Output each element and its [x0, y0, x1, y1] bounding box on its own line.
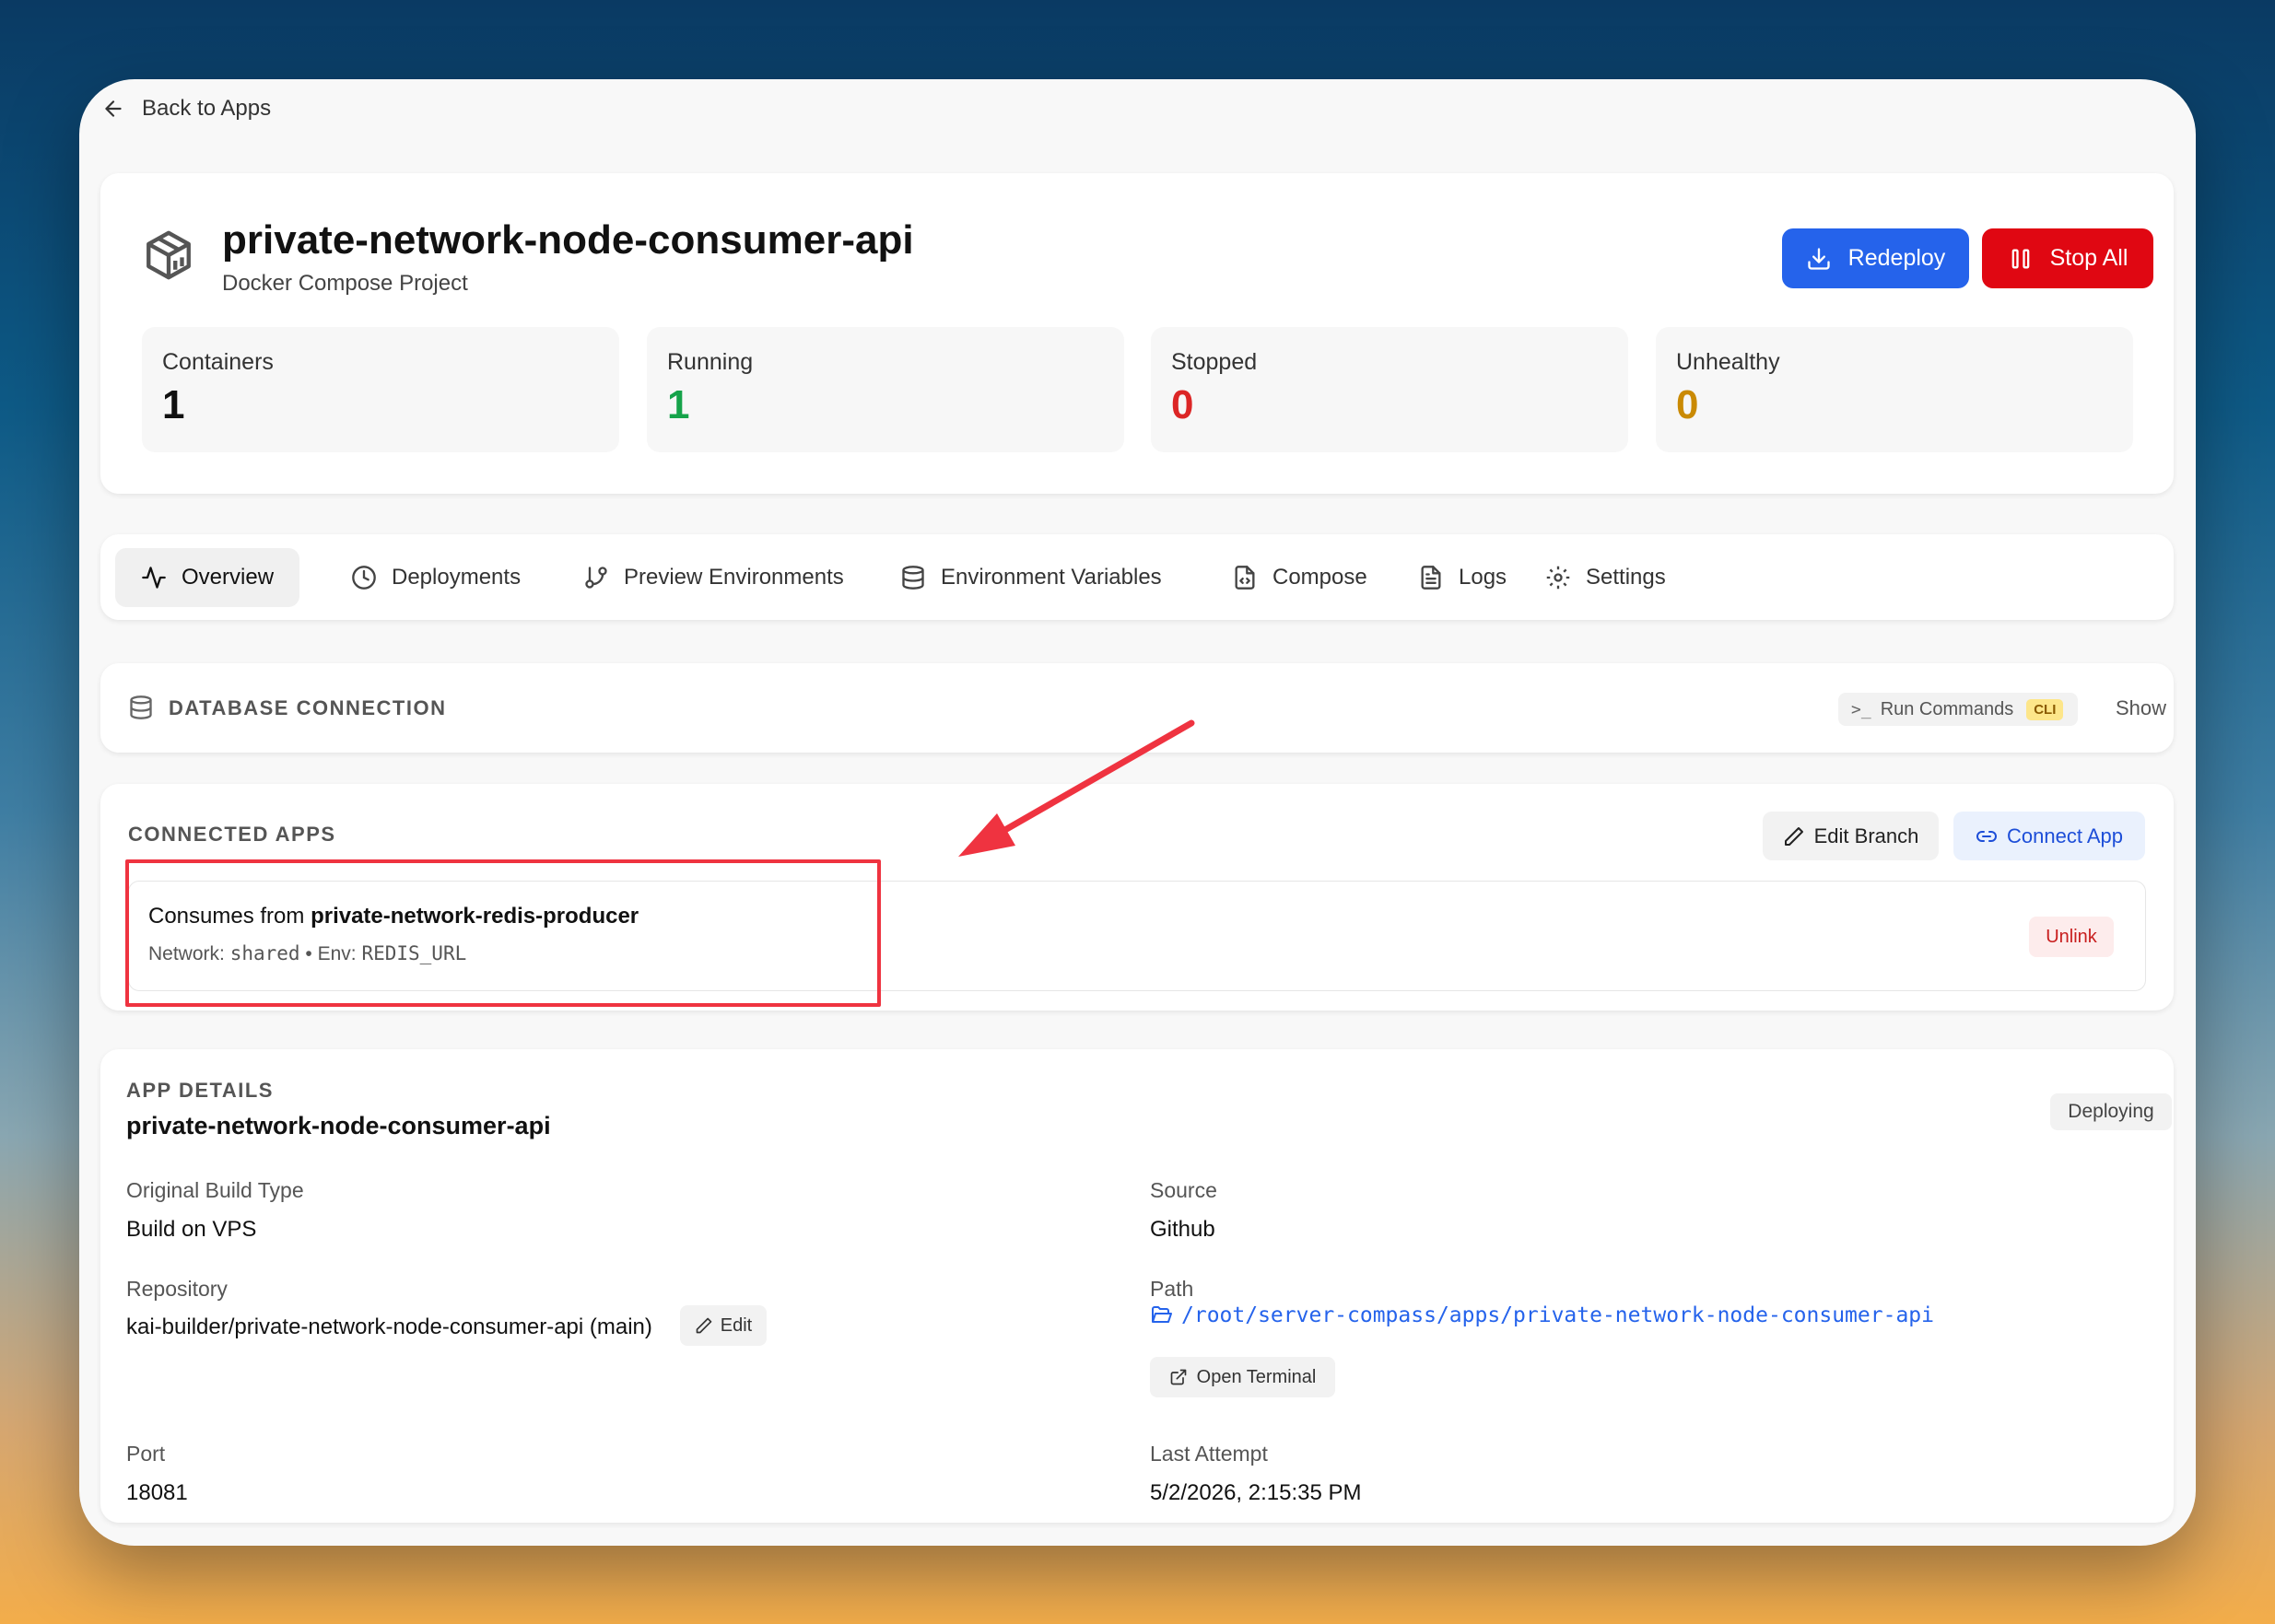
back-to-apps-link[interactable]: Back to Apps	[101, 96, 271, 122]
status-badge: Deploying	[2050, 1093, 2172, 1130]
file-text-icon	[1421, 566, 1441, 590]
section-title: DATABASE CONNECTION	[169, 696, 447, 719]
annotation-highlight-box	[125, 859, 881, 1007]
section-title: APP DETAILS	[126, 1079, 274, 1102]
database-connection-card: DATABASE CONNECTION >_ Run Commands CLI …	[100, 663, 2174, 753]
git-branch-icon	[585, 567, 607, 589]
app-window: Back to Apps private-network-node-consum…	[79, 79, 2196, 1546]
redeploy-label: Redeploy	[1847, 245, 1946, 271]
stat-label: Running	[667, 349, 754, 375]
stat-label: Containers	[162, 349, 274, 375]
project-header-card: private-network-node-consumer-api Docker…	[100, 173, 2174, 494]
tab-deployments[interactable]: Deployments	[325, 548, 546, 607]
last-attempt-value: 5/2/2026, 2:15:35 PM	[1150, 1480, 1362, 1505]
stat-value: 1	[667, 382, 690, 427]
tab-overview[interactable]: Overview	[115, 548, 300, 607]
tab-compose[interactable]: Compose	[1206, 548, 1393, 607]
stat-value: 0	[1676, 382, 1699, 427]
path-value: /root/server-compass/apps/private-networ…	[1181, 1303, 1934, 1327]
open-terminal-label: Open Terminal	[1196, 1366, 1317, 1387]
connect-app-button[interactable]: Connect App	[1953, 812, 2145, 860]
tab-label: Logs	[1459, 565, 1507, 590]
stat-value: 1	[162, 382, 185, 427]
stat-label: Unhealthy	[1676, 349, 1780, 375]
page-title: private-network-node-consumer-api	[222, 217, 914, 263]
project-type: Docker Compose Project	[222, 271, 468, 296]
database-icon	[902, 566, 924, 590]
unlink-button[interactable]: Unlink	[2029, 917, 2114, 957]
cli-badge: CLI	[2026, 698, 2064, 720]
tab-logs[interactable]: Logs	[1392, 548, 1532, 607]
file-code-icon	[1235, 566, 1255, 590]
run-commands-label: Run Commands	[1880, 698, 2014, 719]
stop-all-button[interactable]: Stop All	[1982, 228, 2153, 288]
path-link[interactable]: /root/server-compass/apps/private-networ…	[1150, 1303, 1934, 1327]
repository-label: Repository	[126, 1277, 228, 1301]
app-details-card: APP DETAILS private-network-node-consume…	[100, 1049, 2174, 1523]
stat-stopped: Stopped 0	[1151, 327, 1628, 452]
show-toggle[interactable]: Show	[2116, 696, 2166, 720]
app-name: private-network-node-consumer-api	[126, 1112, 551, 1139]
tab-settings[interactable]: Settings	[1519, 548, 1692, 607]
pencil-icon	[696, 1317, 712, 1334]
tab-label: Deployments	[392, 565, 522, 590]
stat-value: 0	[1171, 382, 1194, 427]
tab-label: Compose	[1272, 565, 1367, 590]
stat-label: Stopped	[1171, 349, 1258, 375]
tab-label: Preview Environments	[624, 565, 844, 590]
section-title: CONNECTED APPS	[128, 823, 336, 846]
source-value: Github	[1150, 1217, 1215, 1242]
build-type-value: Build on VPS	[126, 1217, 257, 1242]
database-icon	[130, 695, 152, 719]
package-icon	[147, 230, 191, 280]
connect-app-label: Connect App	[2007, 824, 2123, 847]
folder-open-icon	[1152, 1306, 1172, 1323]
build-type-label: Original Build Type	[126, 1178, 304, 1202]
path-label: Path	[1150, 1277, 1194, 1301]
stop-all-label: Stop All	[2049, 245, 2128, 271]
last-attempt-label: Last Attempt	[1150, 1442, 1268, 1466]
open-terminal-button[interactable]: Open Terminal	[1150, 1357, 1335, 1397]
stat-unhealthy: Unhealthy 0	[1656, 327, 2133, 452]
link-icon	[1976, 830, 1997, 842]
tab-label: Environment Variables	[941, 565, 1162, 590]
edit-branch-label: Edit Branch	[1813, 824, 1919, 847]
terminal-icon: >_	[1851, 699, 1871, 719]
run-commands-button[interactable]: >_ Run Commands CLI	[1838, 693, 2078, 726]
external-link-icon	[1170, 1369, 1186, 1385]
edit-repository-button[interactable]: Edit	[680, 1305, 767, 1346]
source-label: Source	[1150, 1178, 1217, 1202]
tab-environment-variables[interactable]: Environment Variables	[874, 548, 1188, 607]
arrow-left-icon	[105, 100, 122, 117]
back-label: Back to Apps	[142, 96, 272, 121]
gear-icon	[1546, 566, 1570, 590]
clock-icon	[352, 566, 376, 590]
repository-value: kai-builder/private-network-node-consume…	[126, 1314, 652, 1339]
download-icon	[1808, 247, 1830, 270]
port-label: Port	[126, 1442, 166, 1466]
tab-label: Overview	[182, 565, 275, 590]
tab-preview-environments[interactable]: Preview Environments	[557, 548, 870, 607]
stat-running: Running 1	[647, 327, 1124, 452]
activity-icon	[142, 567, 166, 589]
edit-branch-button[interactable]: Edit Branch	[1763, 812, 1939, 860]
pause-icon	[2011, 249, 2029, 268]
tab-label: Settings	[1586, 565, 1666, 590]
port-value: 18081	[126, 1480, 188, 1505]
edit-label: Edit	[720, 1314, 753, 1336]
stat-containers: Containers 1	[142, 327, 619, 452]
redeploy-button[interactable]: Redeploy	[1782, 228, 1969, 288]
tab-bar: Overview Deployments Preview Environment…	[100, 534, 2174, 620]
pencil-icon	[1784, 826, 1803, 846]
